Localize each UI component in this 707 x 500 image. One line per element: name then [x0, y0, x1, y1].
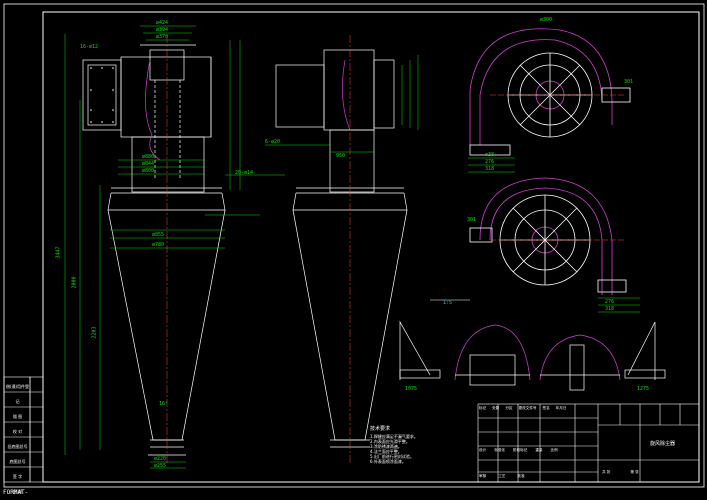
dim-w1: ø38	[485, 152, 495, 158]
left-row-2: 描 图	[12, 414, 23, 419]
dim-h-cone: 2000	[71, 276, 78, 289]
dim-mid2: ø844	[142, 161, 155, 167]
dim-r1: 301	[624, 79, 634, 85]
dim-top-w2: ø394	[156, 27, 169, 33]
dim-wheel: ø300	[540, 17, 553, 23]
dim-w3: 318	[485, 166, 495, 172]
dim-side-bolts: 6-ø20	[265, 139, 281, 145]
tb-h1-5: 年月日	[555, 406, 567, 410]
dim-w5: 318	[605, 306, 615, 312]
dim-w2: 276	[485, 159, 495, 165]
inner-curve-side	[342, 59, 351, 131]
dim-bolts: 20-ø14	[235, 170, 254, 176]
left-row-4: 旧底图总号	[7, 444, 28, 449]
scroll-view-bottom	[469, 177, 627, 295]
tb-h3-1: 工艺	[498, 474, 506, 478]
dim-outlet1: ø220	[154, 456, 167, 462]
tb-h2-2: 阶段标记	[512, 448, 528, 452]
tb-h1-2: 分区	[505, 406, 513, 410]
tb-h1-4: 签名	[542, 406, 550, 410]
tech-notes: 技术要求 1.焊缝应满足不漏气要求。 2.内表面应光滑平整。 3.涂防锈漆两遍。…	[370, 425, 475, 485]
dim-side-w: 950	[336, 153, 346, 159]
front-view	[82, 44, 226, 456]
left-row-3: 校 对	[12, 429, 23, 434]
tb-h3-2: 批准	[517, 474, 525, 478]
tb-row-2: 设计 标准化 阶段标记 重量 比例	[479, 448, 558, 453]
dim-top-w3: ø370	[156, 34, 169, 40]
dim-flange: 16-ø12	[80, 44, 99, 50]
left-row-6: 签 字	[12, 474, 23, 479]
dim-lines-side	[265, 55, 419, 153]
tb-row-4: 共 张 第 张	[602, 470, 639, 475]
left-table: 借(通)用件登记 描 图 校 对 旧底图总号 底图总号 签 字 日 期	[5, 379, 30, 499]
tb-h2-4: 比例	[550, 448, 558, 452]
dim-lines-front	[64, 25, 285, 469]
detail-views	[399, 320, 666, 391]
notes-title: 技术要求	[370, 426, 391, 432]
dim-outlet2: ø255	[154, 463, 167, 469]
tb-h2-0: 设计	[479, 448, 487, 452]
dim-w4: 276	[605, 299, 615, 305]
tb-h3-0: 审核	[479, 474, 487, 478]
dim-mid3: ø800	[142, 168, 155, 174]
dim-d2: ø780	[152, 242, 165, 248]
outer-border	[3, 3, 705, 488]
tb-drawing-name: 旋风除尘器	[650, 441, 676, 447]
flange-holes	[90, 67, 114, 123]
dim-r2: 301	[467, 217, 477, 223]
left-row-7: 日 期	[12, 489, 23, 494]
side-view	[275, 49, 408, 448]
tb-h4-0: 共 张	[602, 470, 611, 474]
tb-h1-3: 更改文件号	[518, 406, 537, 410]
inner-curve	[145, 59, 161, 161]
tb-row-1: 标记 处数 分区 更改文件号 签名 年月日	[479, 406, 567, 411]
notes-line-6: 6.外表面喷涂面漆。	[370, 459, 406, 464]
tb-h1-0: 标记	[479, 406, 487, 410]
dim-lower: 1075	[405, 386, 418, 392]
dim-lower2: 1275	[637, 386, 650, 392]
tb-h2-1: 标准化	[494, 448, 505, 452]
dim-h-total: 3447	[55, 246, 62, 259]
tb-row-3: 审核 工艺 批准	[479, 474, 525, 479]
dim-mid1: ø880	[142, 154, 155, 160]
dim-top-w1: ø424	[156, 20, 169, 26]
tb-h4-1: 第 张	[630, 470, 639, 474]
tb-h2-3: 重量	[535, 448, 543, 452]
tb-h1-1: 处数	[492, 406, 500, 410]
dim-angle: 16°	[159, 401, 169, 407]
dim-d1: ø855	[152, 232, 165, 238]
inner-frame	[42, 11, 700, 483]
left-row-5: 底图总号	[9, 459, 26, 464]
cad-drawing-canvas	[3, 3, 705, 488]
view-label: 1:5	[443, 300, 453, 306]
left-row-1: 借(通)用件登记	[5, 384, 30, 404]
scroll-view-top	[469, 28, 631, 156]
dim-h-body: 2203	[91, 326, 98, 339]
